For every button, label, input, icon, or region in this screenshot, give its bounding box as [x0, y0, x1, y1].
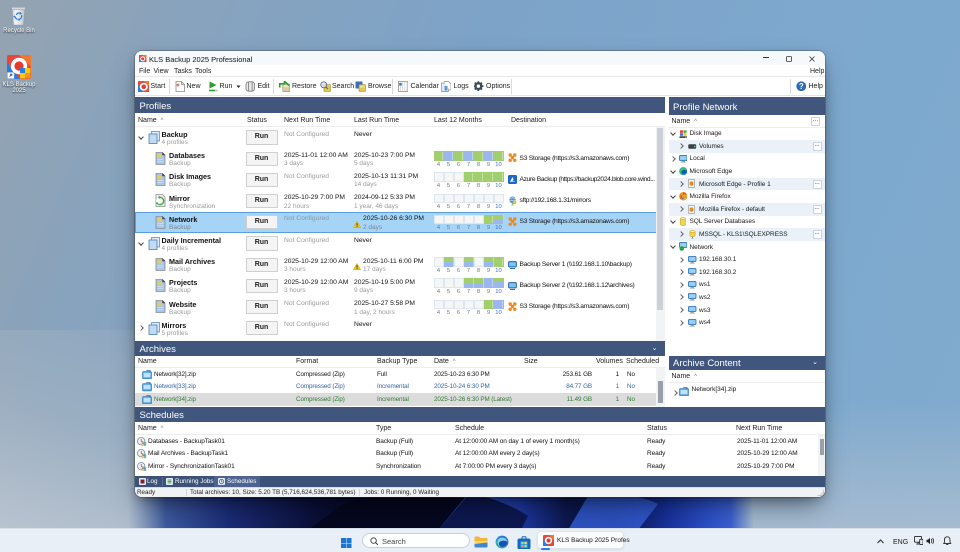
svg-text:?: ? [798, 81, 803, 90]
